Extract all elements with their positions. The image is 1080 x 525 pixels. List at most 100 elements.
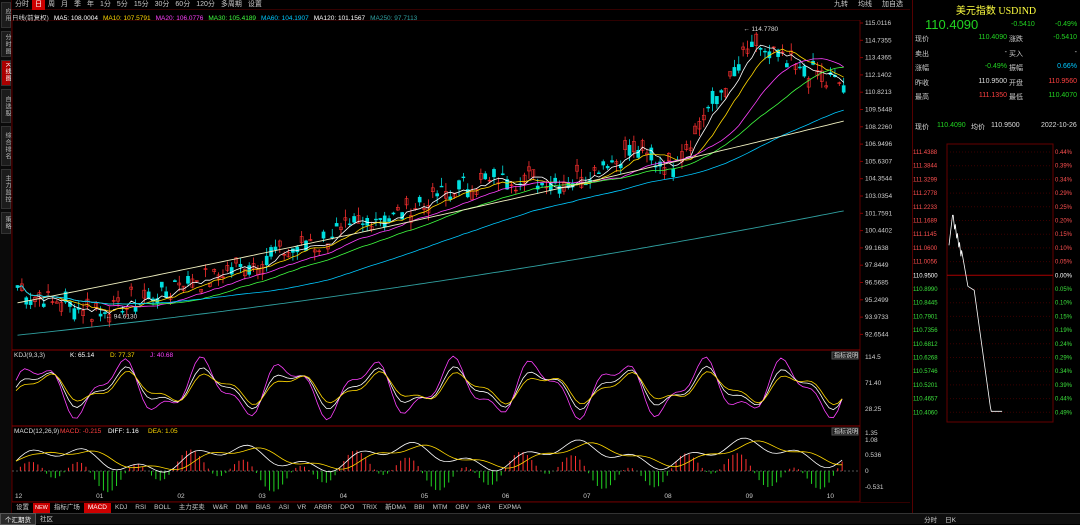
indicator-tab-7[interactable]: W&R [209,503,232,513]
period-tab-12[interactable]: 多周期 [218,0,245,10]
left-tab-1[interactable]: 分时图 [1,31,11,57]
period-tab-7[interactable]: 5分 [114,0,131,10]
kdj-info-button[interactable]: 指标说明 [831,351,859,360]
left-tab-2[interactable]: K线图 [1,60,11,86]
x-axis-label: 07 [583,493,591,500]
indicator-tab-10[interactable]: ASI [275,503,293,513]
mini-pct-label: 0.20% [1055,219,1073,225]
price-axis-label: 97.8449 [865,262,889,269]
indicator-tab-9[interactable]: BIAS [252,503,275,513]
mini-price-label: 111.1145 [913,232,937,238]
period-tab-6[interactable]: 1分 [97,0,114,10]
mini-price-label: 111.2778 [913,191,938,197]
kdj-d: D: 77.37 [110,352,135,359]
candle-body [382,215,387,228]
top-action-2[interactable]: 加自选 [879,0,906,10]
indicator-tab-15[interactable]: 新DMA [381,503,410,513]
indicator-tab-6[interactable]: 主力买卖 [175,503,209,513]
left-tab-0[interactable]: 应用 [1,2,11,28]
quote-value: 110.4090 [978,34,1007,41]
candle-body [238,263,243,268]
indicator-tab-20[interactable]: EXPMA [494,503,525,513]
quote-value: 111.1350 [978,92,1007,99]
period-tab-0[interactable]: 分时 [12,0,32,10]
period-tab-1[interactable]: 日 [32,0,45,10]
period-tab-5[interactable]: 年 [84,0,97,10]
candles [15,32,846,328]
indicator-tab-3[interactable]: KDJ [111,503,131,513]
indicator-tab-17[interactable]: MTM [429,503,452,513]
mini-price-label: 110.8445 [913,301,938,307]
quote-value: -0.49% [984,63,1007,70]
x-axis-label: 03 [259,493,267,500]
price-axis-label: 103.0354 [865,193,892,200]
indicator-tab-16[interactable]: BBI [410,503,428,513]
indicator-tab-14[interactable]: TRIX [358,503,381,513]
left-tab-3[interactable]: 自选股 [1,89,11,123]
candle-body [352,216,356,223]
candle-body [785,63,789,68]
left-tab-6[interactable]: 策略 [1,212,11,234]
quote-key: 涨跌 [1009,36,1023,43]
high-annotation: ← 114.7780 [743,26,778,33]
period-tab-11[interactable]: 120分 [193,0,218,10]
kdj-d-line [15,371,843,406]
mini-header: 现价 110.4090 均价 110.9500 2022-10-26 [913,118,1079,132]
quote-table: 现价 110.4090 涨跌 -0.5410 卖出 - 买入 - 涨幅 -0.49% 振幅 0.66%… [913,34,1079,108]
intraday-chart[interactable]: 111.4388 0.44% 111.3844 0.39% 111.3299 0.34% 1… [913,140,1079,512]
kdj-j: J: 40.68 [150,352,174,359]
mini-pct-label: 0.34% [1055,177,1073,183]
price-axis-label: 108.2260 [865,124,892,131]
status-tab-0[interactable]: 个汇期货 [0,513,36,525]
price-axis-label: 113.4365 [865,55,892,62]
left-tab-5[interactable]: 主力监控 [1,169,11,209]
candle-body [347,223,352,225]
indicator-tab-8[interactable]: DMI [232,503,252,513]
mini-pct-label: 0.29% [1055,191,1073,197]
period-tab-10[interactable]: 60分 [172,0,193,10]
period-tab-9[interactable]: 30分 [152,0,173,10]
top-action-0[interactable]: 九转 [831,0,851,10]
mini-price-label: 111.3844 [913,164,938,170]
mini-pct-label: 0.05% [1055,287,1073,293]
indicator-tab-1[interactable]: 指标广场 [50,503,84,513]
candle-body [295,246,300,253]
indicator-tab-13[interactable]: DPO [336,503,358,513]
candle-body [461,176,466,179]
period-tab-13[interactable]: 设置 [245,0,265,10]
instrument-title: 美元指数 USDIND [955,6,1037,17]
indicator-tab-18[interactable]: OBV [451,503,473,513]
quote-value: 110.9560 [1048,77,1077,85]
price-change: -0.5410 [1011,21,1035,28]
x-axis-label: 01 [96,493,104,500]
new-badge: NEW [33,503,50,513]
period-tab-2[interactable]: 周 [45,0,58,10]
period-tab-3[interactable]: 月 [58,0,71,10]
quote-key: 振幅 [1009,65,1023,72]
status-right-tab-1[interactable]: 日K [941,514,960,524]
indicator-tab-12[interactable]: ARBR [310,503,336,513]
kline-chart-area[interactable]: 115.0116 114.7355 113.4365 112.1402 110.8213… [12,20,910,502]
quote-value: 110.4070 [1048,92,1077,99]
indicator-tab-19[interactable]: SAR [473,503,494,513]
candle-body [439,185,444,188]
period-tab-4[interactable]: 季 [71,0,84,10]
macd-info-button[interactable]: 指标说明 [831,427,859,436]
indicator-tab-4[interactable]: RSI [131,503,150,513]
ma60-line [17,109,844,305]
left-tab-4[interactable]: 综合排名 [1,126,11,166]
mini-price-label: 110.8990 [913,287,938,293]
indicator-tab-0[interactable]: 设置 [12,503,33,513]
top-action-1[interactable]: 均线 [855,0,875,10]
mini-pct-label: 0.15% [1055,314,1073,320]
mini-price-label: 110.6268 [913,356,938,362]
candle-body [146,291,151,299]
indicator-tab-2[interactable]: MACD [83,503,111,513]
candle-body [798,66,802,69]
candle-body [334,223,339,227]
indicator-tab-11[interactable]: VR [293,503,310,513]
status-tab-1[interactable]: 社区 [36,513,57,525]
period-tab-8[interactable]: 15分 [131,0,152,10]
status-right-tab-0[interactable]: 分时 [920,514,941,524]
indicator-tab-5[interactable]: BOLL [150,503,175,513]
